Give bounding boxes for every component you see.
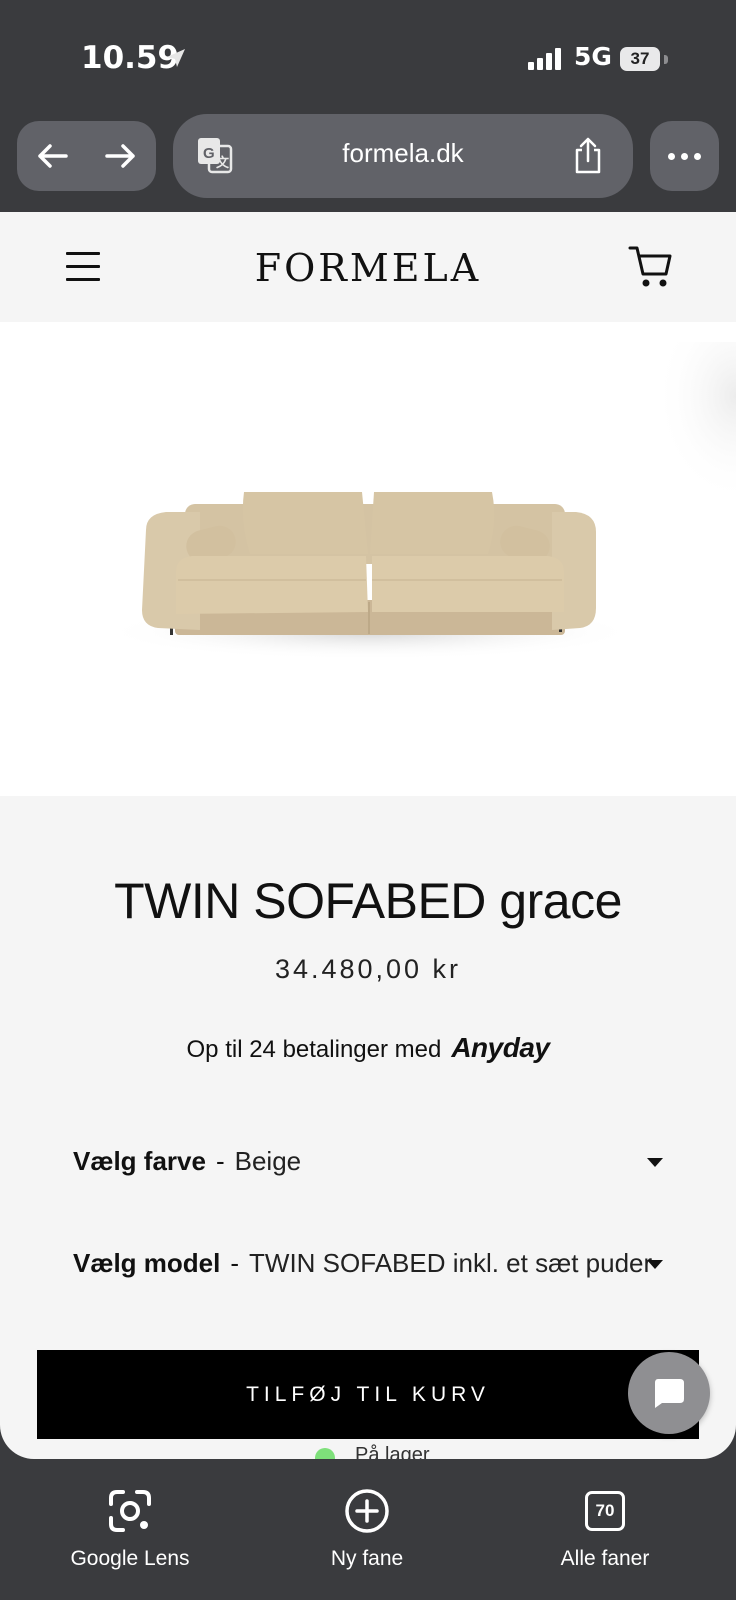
caret-down-icon xyxy=(647,1260,663,1269)
chat-bubble-icon xyxy=(655,1379,684,1408)
product-price: 34.480,00 kr xyxy=(274,954,462,984)
address-bar[interactable]: G 文 formela.dk xyxy=(173,114,633,198)
back-button[interactable] xyxy=(17,121,86,191)
model-select-separator: - xyxy=(230,1248,240,1278)
site-header: FORMELA xyxy=(0,212,736,322)
installments-info[interactable]: Op til 24 betalinger med Anyday xyxy=(0,1032,736,1064)
new-tab-label: Ny fane xyxy=(330,1547,404,1570)
arrow-right-icon xyxy=(104,144,135,168)
location-arrow-icon xyxy=(167,49,185,67)
all-tabs-label: Alle faner xyxy=(560,1547,650,1570)
plus-circle-icon xyxy=(345,1489,389,1533)
color-select-label: Vælg farve xyxy=(73,1146,206,1176)
color-select[interactable]: Vælg farve - Beige xyxy=(73,1146,663,1196)
arrow-left-icon xyxy=(37,144,68,168)
installments-text: Op til 24 betalinger med xyxy=(186,1036,442,1063)
caret-down-icon xyxy=(647,1158,663,1167)
share-icon[interactable] xyxy=(571,136,605,176)
battery-icon: 37 xyxy=(620,47,660,71)
status-bar: 10.59 5G 37 xyxy=(0,0,736,110)
more-menu-button[interactable] xyxy=(650,121,719,191)
sofa-image xyxy=(100,342,736,660)
color-select-separator: - xyxy=(215,1146,225,1176)
signal-icon xyxy=(528,48,561,70)
battery-level: 37 xyxy=(630,49,650,68)
all-tabs-button[interactable]: 70 Alle faner xyxy=(505,1487,705,1571)
add-to-cart-button[interactable]: TILFØJ TIL KURV xyxy=(37,1350,699,1439)
chat-button[interactable] xyxy=(628,1352,710,1434)
product-title: TWIN SOFABED grace xyxy=(114,873,622,929)
stock-indicator-dot xyxy=(315,1448,335,1459)
network-type: 5G xyxy=(574,42,612,71)
model-select-value: TWIN SOFABED inkl. et sæt puder xyxy=(249,1248,653,1278)
url-text: formela.dk xyxy=(342,138,464,168)
product-image[interactable] xyxy=(0,322,736,796)
forward-button[interactable] xyxy=(86,121,155,191)
history-nav xyxy=(17,121,156,191)
tabs-count-icon: 70 xyxy=(585,1491,625,1531)
battery-nub xyxy=(664,55,668,64)
web-page: FORMELA TWIN SOFABED grace 34.480,00 kr … xyxy=(0,212,736,1459)
google-lens-icon xyxy=(109,1490,151,1532)
model-select-label: Vælg model xyxy=(73,1248,221,1278)
google-lens-button[interactable]: Google Lens xyxy=(30,1487,230,1571)
more-dots-icon xyxy=(668,152,675,160)
cart-icon[interactable] xyxy=(628,244,674,290)
stock-status: På lager xyxy=(355,1444,430,1459)
site-logo[interactable]: FORMELA xyxy=(0,246,736,290)
new-tab-button[interactable]: Ny fane xyxy=(267,1487,467,1571)
browser-bottom-toolbar: Google Lens Ny fane 70 Alle faner xyxy=(0,1459,736,1600)
color-select-value: Beige xyxy=(234,1146,302,1176)
model-select[interactable]: Vælg model - TWIN SOFABED inkl. et sæt pud… xyxy=(73,1248,663,1298)
google-lens-label: Google Lens xyxy=(70,1547,190,1570)
anyday-logo: Anyday xyxy=(451,1032,550,1063)
